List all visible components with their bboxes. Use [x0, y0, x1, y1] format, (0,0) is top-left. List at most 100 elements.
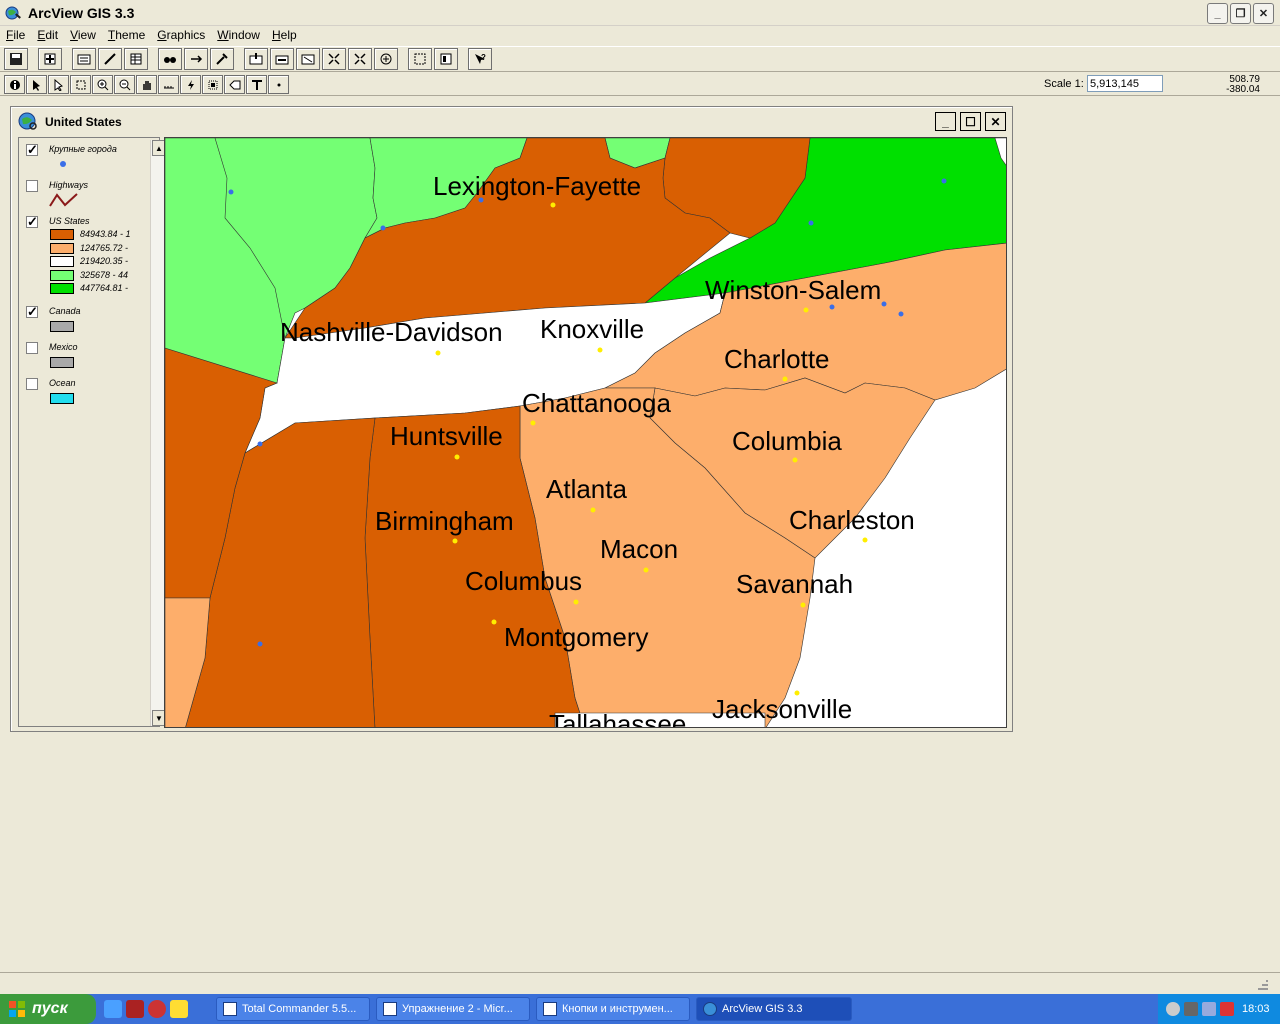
- select-features-graphic-icon[interactable]: [408, 48, 432, 70]
- menu-view[interactable]: View: [64, 27, 102, 45]
- app-title-bar: ArcView GIS 3.3 _ ❐ ✕: [0, 0, 1280, 26]
- layer-canada[interactable]: ✓ Canada: [23, 305, 148, 336]
- minimize-button[interactable]: _: [1207, 3, 1228, 24]
- view-maximize-button[interactable]: ☐: [960, 112, 981, 131]
- scale-input[interactable]: [1087, 75, 1163, 92]
- layer-checkbox[interactable]: [26, 342, 38, 354]
- language-icon[interactable]: [1220, 1002, 1234, 1016]
- opera-icon[interactable]: [148, 1000, 166, 1018]
- select-feature-icon[interactable]: [70, 75, 91, 94]
- view-title-bar[interactable]: United States _ ☐ ✕: [11, 107, 1012, 135]
- quick-launch: [104, 1000, 188, 1018]
- find-icon[interactable]: [158, 48, 182, 70]
- layer-checkbox[interactable]: [26, 378, 38, 390]
- menu-theme[interactable]: Theme: [102, 27, 151, 45]
- view-window: United States _ ☐ ✕ ✓ Крупные города Hig…: [10, 106, 1013, 732]
- layer-checkbox[interactable]: ✓: [26, 215, 38, 228]
- zoom-in-icon[interactable]: [92, 75, 113, 94]
- city-label: Winston-Salem: [705, 275, 881, 305]
- menu-graphics[interactable]: Graphics: [151, 27, 211, 45]
- city-label: Nashville-Davidson: [280, 317, 503, 347]
- open-attribute-table-icon[interactable]: [124, 48, 148, 70]
- task-word-buttons[interactable]: Кнопки и инструмен...: [536, 997, 690, 1021]
- text-tool-icon[interactable]: [246, 75, 267, 94]
- ie-icon[interactable]: [104, 1000, 122, 1018]
- menu-file[interactable]: File: [0, 27, 31, 45]
- task-total-commander[interactable]: Total Commander 5.5...: [216, 997, 370, 1021]
- taskbar: пуск Total Commander 5.5... Упражнение 2…: [0, 994, 1280, 1024]
- resize-grip-icon[interactable]: [1256, 977, 1270, 991]
- class-swatch: [50, 270, 74, 281]
- app-icon[interactable]: [126, 1000, 144, 1018]
- query-builder-icon[interactable]: [210, 48, 234, 70]
- class-swatch: [50, 243, 74, 254]
- network-icon[interactable]: [1184, 1002, 1198, 1016]
- zoom-previous-icon[interactable]: [374, 48, 398, 70]
- task-word-exercise[interactable]: Упражнение 2 - Micr...: [376, 997, 530, 1021]
- arcview-globe-icon: [703, 1002, 717, 1016]
- clear-selection-icon[interactable]: [434, 48, 458, 70]
- restore-button[interactable]: ❐: [1230, 3, 1251, 24]
- menu-help[interactable]: Help: [266, 27, 303, 45]
- city-label: Savannah: [736, 569, 853, 599]
- class-swatch: [50, 283, 74, 294]
- theme-properties-icon[interactable]: [72, 48, 96, 70]
- view-title: United States: [45, 115, 122, 129]
- map-display[interactable]: Lexington-Fayette Winston-Salem Nashvill…: [164, 137, 1007, 728]
- task-arcview[interactable]: ArcView GIS 3.3: [696, 997, 852, 1021]
- clock: 18:03: [1242, 1003, 1270, 1015]
- pan-hand-icon[interactable]: [136, 75, 157, 94]
- menu-window[interactable]: Window: [211, 27, 266, 45]
- layer-checkbox[interactable]: [26, 180, 38, 192]
- menu-edit[interactable]: Edit: [31, 27, 64, 45]
- zoom-active-themes-icon[interactable]: [270, 48, 294, 70]
- fill-swatch: [50, 321, 74, 332]
- point-symbol-icon: [60, 161, 66, 167]
- close-button[interactable]: ✕: [1253, 3, 1274, 24]
- class-swatch: [50, 256, 74, 267]
- coord-y: -380.04: [1226, 84, 1260, 95]
- measure-icon[interactable]: [158, 75, 179, 94]
- layer-us-states[interactable]: ✓ US States 84943.84 - 1 124765.72 - 219…: [23, 215, 148, 300]
- layer-checkbox[interactable]: ✓: [26, 305, 38, 318]
- layer-ocean[interactable]: Ocean: [23, 378, 148, 408]
- locate-address-icon[interactable]: [184, 48, 208, 70]
- layer-highways[interactable]: Highways: [23, 180, 148, 210]
- tool-bar: Scale 1: 508.79 -380.04: [0, 74, 1280, 96]
- zoom-full-extent-icon[interactable]: [244, 48, 268, 70]
- display-icon[interactable]: [1202, 1002, 1216, 1016]
- start-label: пуск: [32, 1000, 68, 1017]
- view-globe-icon: [18, 112, 37, 130]
- start-button[interactable]: пуск: [0, 994, 96, 1024]
- zoom-out-fixed-icon[interactable]: [348, 48, 372, 70]
- help-icon[interactable]: ?: [468, 48, 492, 70]
- view-close-button[interactable]: ✕: [985, 112, 1006, 131]
- layer-checkbox[interactable]: ✓: [26, 143, 38, 156]
- hot-link-icon[interactable]: [180, 75, 201, 94]
- edit-legend-icon[interactable]: [98, 48, 122, 70]
- view-minimize-button[interactable]: _: [935, 112, 956, 131]
- add-theme-icon[interactable]: [38, 48, 62, 70]
- table-of-contents: ✓ Крупные города Highways ✓ US States 84…: [18, 137, 166, 727]
- floppy-icon: [223, 1002, 237, 1016]
- zoom-in-fixed-icon[interactable]: [322, 48, 346, 70]
- pointer-icon[interactable]: [26, 75, 47, 94]
- tool-icon[interactable]: [170, 1000, 188, 1018]
- draw-point-icon[interactable]: [268, 75, 289, 94]
- identify-icon[interactable]: [4, 75, 25, 94]
- layer-mexico[interactable]: Mexico: [23, 342, 148, 372]
- line-symbol-icon: [49, 193, 78, 207]
- svg-text:?: ?: [481, 53, 486, 62]
- layer-major-cities[interactable]: ✓ Крупные города: [23, 143, 148, 174]
- area-of-interest-icon[interactable]: [202, 75, 223, 94]
- tray-expand-icon[interactable]: [1166, 1002, 1180, 1016]
- vertex-edit-icon[interactable]: [48, 75, 69, 94]
- word-icon: [383, 1002, 397, 1016]
- save-icon[interactable]: [4, 48, 28, 70]
- zoom-out-icon[interactable]: [114, 75, 135, 94]
- label-icon[interactable]: [224, 75, 245, 94]
- zoom-selected-icon[interactable]: [296, 48, 320, 70]
- city-label: Charleston: [789, 505, 915, 535]
- layer-name: US States: [49, 216, 90, 226]
- map-canvas[interactable]: Lexington-Fayette Winston-Salem Nashvill…: [165, 138, 1007, 728]
